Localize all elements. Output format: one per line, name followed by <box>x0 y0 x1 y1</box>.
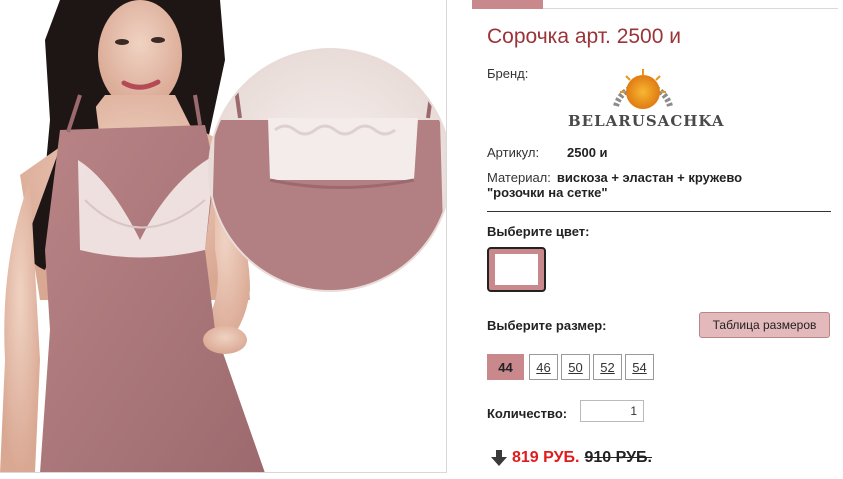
brand-logo[interactable]: BELARUSACHKA <box>568 66 725 136</box>
material-value-line2: "розочки на сетке" <box>487 185 608 200</box>
article-label: Артикул: <box>487 145 540 160</box>
price-old: 910 РУБ. <box>584 449 653 466</box>
article-row: Артикул: 2500 и <box>487 145 608 160</box>
color-swatch-inner <box>495 254 538 285</box>
price-row: 819 РУБ. 910 РУБ. <box>490 449 652 467</box>
brand-logo-text: BELARUSACHKA <box>568 112 725 130</box>
quantity-label: Количество: <box>487 406 568 421</box>
price-current: 819 РУБ. <box>512 449 580 466</box>
size-option-46[interactable]: 46 <box>529 354 558 380</box>
size-chart-button[interactable]: Таблица размеров <box>699 312 830 338</box>
size-option-54[interactable]: 54 <box>625 354 654 380</box>
divider <box>487 211 831 212</box>
top-accent-tab <box>472 0 543 9</box>
sun-logo-icon <box>613 69 673 109</box>
size-option-44[interactable]: 44 <box>487 354 524 380</box>
product-photo[interactable] <box>0 0 447 473</box>
article-value: 2500 и <box>567 145 608 160</box>
product-info-panel: Сорочка арт. 2500 и Бренд: BELARUSACHKA <box>472 0 838 479</box>
color-swatch-selected[interactable] <box>487 247 546 292</box>
brand-label: Бренд: <box>487 66 529 81</box>
material-row: Материал: вискоза + эластан + кружево <box>487 170 742 185</box>
size-label: Выберите размер: <box>487 318 607 333</box>
size-option-52[interactable]: 52 <box>593 354 622 380</box>
arrow-down-icon <box>491 450 507 466</box>
size-options: 44 46 50 52 54 <box>487 354 654 380</box>
material-value: вискоза + эластан + кружево <box>556 170 743 185</box>
size-option-50[interactable]: 50 <box>561 354 590 380</box>
product-photo-image <box>0 0 446 472</box>
material-label: Материал: <box>487 170 551 185</box>
color-label: Выберите цвет: <box>487 224 590 239</box>
product-title: Сорочка арт. 2500 и <box>487 25 681 48</box>
quantity-input[interactable] <box>580 400 644 422</box>
